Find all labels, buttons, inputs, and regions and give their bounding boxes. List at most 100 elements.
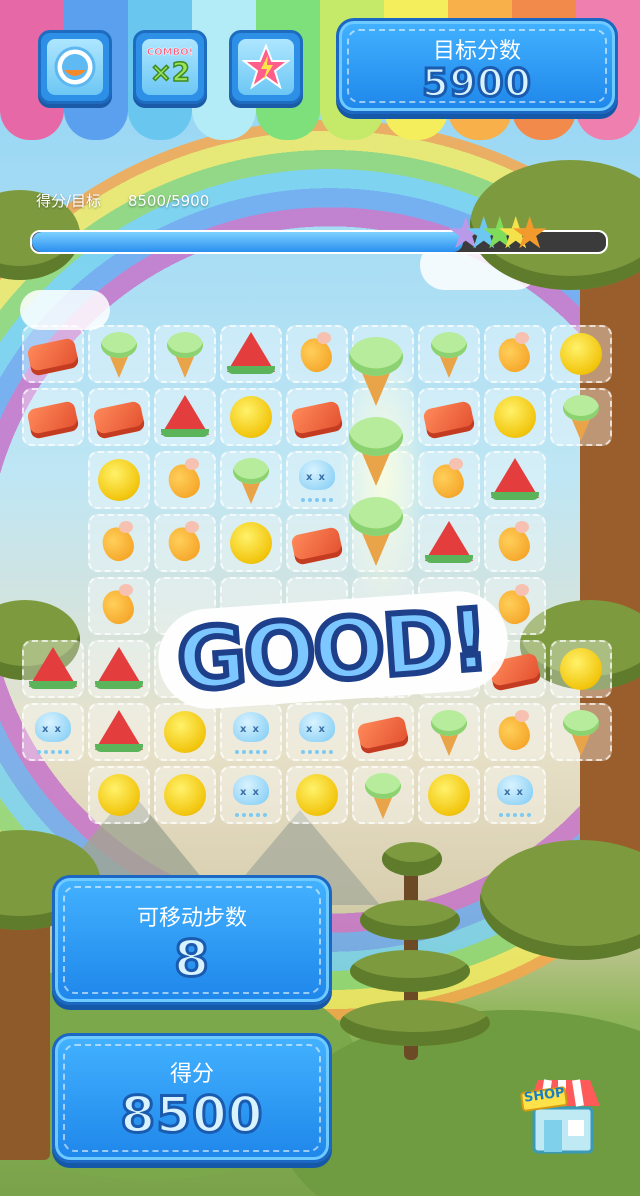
watermelon-piece[interactable] [161, 395, 209, 439]
icecream-piece[interactable] [161, 332, 209, 378]
board-cell[interactable] [550, 703, 612, 761]
icecream-piece[interactable] [340, 497, 412, 566]
salmon-piece[interactable] [290, 400, 344, 440]
progress-value-text: 8500/5900 [127, 192, 210, 210]
jellyfish-piece[interactable]: xx [491, 773, 539, 817]
chicken-leg-piece[interactable] [161, 521, 209, 566]
board-cell[interactable] [88, 514, 150, 572]
board-cell[interactable]: xx [220, 703, 282, 761]
score-panel: 得分 8500 [52, 1033, 332, 1163]
board-cell[interactable]: xx [484, 766, 546, 824]
icecream-piece[interactable] [340, 337, 412, 406]
board-cell[interactable] [154, 766, 216, 824]
watermelon-piece[interactable] [95, 710, 143, 754]
jellyfish-piece[interactable]: xx [29, 710, 77, 754]
pompom-piece[interactable] [95, 773, 143, 817]
chicken-leg-piece[interactable] [491, 710, 539, 755]
watermelon-piece[interactable] [95, 647, 143, 691]
score-value: 8500 [119, 1085, 264, 1146]
board-cell[interactable] [88, 451, 150, 509]
progress-label: 得分/目标 8500/5900 [36, 190, 209, 211]
board-cell[interactable] [220, 325, 282, 383]
icecream-piece[interactable] [557, 710, 605, 756]
salmon-piece[interactable] [26, 400, 80, 440]
board-cell[interactable] [154, 388, 216, 446]
board-cell[interactable] [88, 388, 150, 446]
chicken-leg-piece[interactable] [95, 521, 143, 566]
pompom-piece[interactable] [227, 521, 275, 565]
pompom-piece[interactable] [161, 710, 209, 754]
board-cell[interactable] [352, 766, 414, 824]
icecream-piece[interactable] [425, 332, 473, 378]
board-cell[interactable] [220, 388, 282, 446]
chicken-leg-piece[interactable] [425, 458, 473, 503]
falling-icecream-stack [338, 337, 428, 608]
board-cell[interactable] [550, 640, 612, 698]
watermelon-piece[interactable] [425, 521, 473, 565]
icecream-piece[interactable] [95, 332, 143, 378]
board-cell[interactable] [88, 325, 150, 383]
pompom-piece[interactable] [161, 773, 209, 817]
board-cell[interactable] [88, 577, 150, 635]
board-cell[interactable] [484, 514, 546, 572]
chicken-leg-piece[interactable] [161, 458, 209, 503]
board-cell[interactable] [88, 703, 150, 761]
board-cell[interactable] [550, 388, 612, 446]
board-cell[interactable] [484, 703, 546, 761]
board-cell[interactable] [484, 325, 546, 383]
salmon-piece[interactable] [26, 337, 80, 377]
board-cell[interactable] [154, 451, 216, 509]
board-cell[interactable] [22, 325, 84, 383]
salmon-piece[interactable] [422, 400, 476, 440]
icecream-piece[interactable] [425, 710, 473, 756]
salmon-piece[interactable] [290, 526, 344, 566]
pompom-piece[interactable] [293, 773, 341, 817]
pompom-piece[interactable] [491, 395, 539, 439]
board-cell[interactable] [418, 703, 480, 761]
watermelon-piece[interactable] [227, 332, 275, 376]
board-cell[interactable] [22, 640, 84, 698]
icecream-piece[interactable] [340, 417, 412, 486]
pompom-piece[interactable] [227, 395, 275, 439]
salmon-piece[interactable] [356, 715, 410, 755]
board-cell[interactable] [154, 514, 216, 572]
board-cell[interactable] [22, 388, 84, 446]
board-cell[interactable] [286, 766, 348, 824]
jellyfish-piece[interactable]: xx [227, 773, 275, 817]
bomb-tool-button[interactable] [38, 30, 112, 104]
board-cell[interactable] [484, 451, 546, 509]
board-cell[interactable]: xx [22, 703, 84, 761]
watermelon-piece[interactable] [29, 647, 77, 691]
icecream-piece[interactable] [359, 773, 407, 819]
star-tool-button[interactable] [229, 30, 303, 104]
jellyfish-piece[interactable]: xx [227, 710, 275, 754]
shop-button[interactable]: SHOP [520, 1068, 606, 1158]
board-cell[interactable]: xx [286, 703, 348, 761]
board-cell[interactable] [352, 703, 414, 761]
jellyfish-piece[interactable]: xx [293, 458, 341, 502]
board-cell[interactable] [418, 766, 480, 824]
combo-tool-button[interactable]: COMBO! ×2 [133, 30, 207, 104]
pompom-piece[interactable] [557, 332, 605, 376]
board-cell[interactable] [484, 388, 546, 446]
chicken-leg-piece[interactable] [293, 332, 341, 377]
pompom-piece[interactable] [95, 458, 143, 502]
board-cell[interactable]: xx [220, 766, 282, 824]
chicken-leg-piece[interactable] [491, 521, 539, 566]
board-cell[interactable] [220, 451, 282, 509]
board-cell[interactable] [88, 640, 150, 698]
jellyfish-piece[interactable]: xx [293, 710, 341, 754]
salmon-piece[interactable] [92, 400, 146, 440]
pompom-piece[interactable] [425, 773, 473, 817]
icecream-piece[interactable] [227, 458, 275, 504]
chicken-leg-piece[interactable] [95, 584, 143, 629]
board-cell[interactable] [550, 325, 612, 383]
board-cell[interactable] [154, 325, 216, 383]
icecream-piece[interactable] [557, 395, 605, 441]
pompom-piece[interactable] [557, 647, 605, 691]
chicken-leg-piece[interactable] [491, 332, 539, 377]
board-cell[interactable] [88, 766, 150, 824]
score-label: 得分 [169, 1062, 214, 1087]
board-cell[interactable] [220, 514, 282, 572]
watermelon-piece[interactable] [491, 458, 539, 502]
